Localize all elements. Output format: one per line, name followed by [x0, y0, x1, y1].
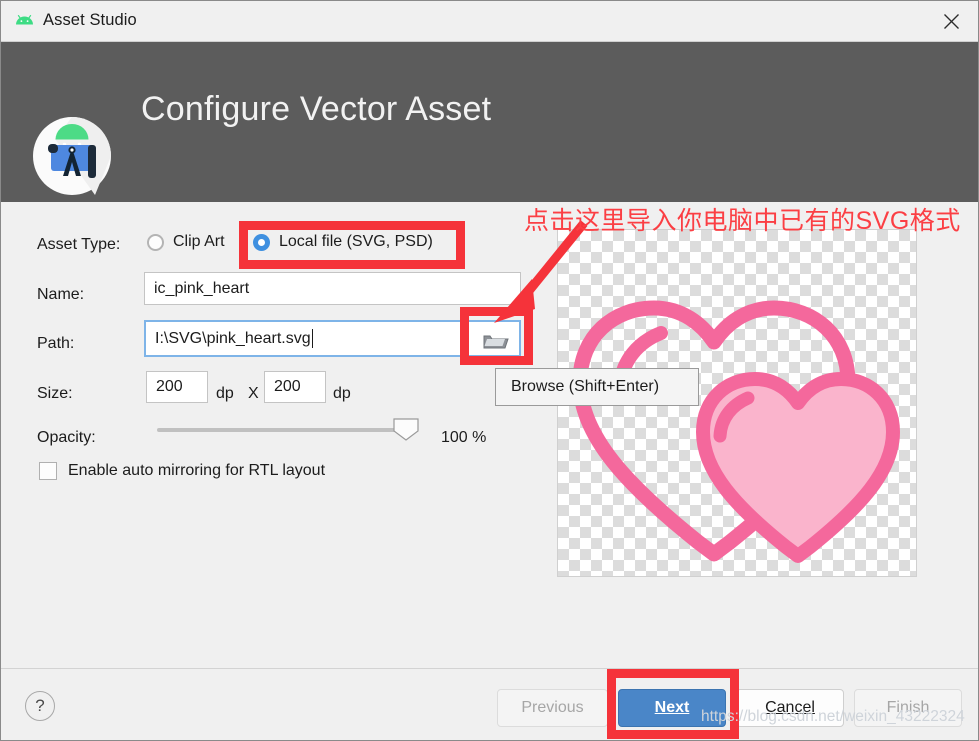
rtl-mirroring-checkbox-box [39, 462, 57, 480]
help-button[interactable]: ? [25, 691, 55, 721]
path-input-value: I:\SVG\pink_heart.svg [155, 329, 311, 347]
page-title: Configure Vector Asset [141, 90, 492, 128]
size-width-value: 200 [156, 378, 183, 395]
opacity-value-label: 100 % [441, 429, 487, 446]
previous-button-label: Previous [521, 699, 584, 716]
annotation-callout-text: 点击这里导入你电脑中已有的SVG格式 [524, 207, 961, 235]
path-input[interactable]: I:\SVG\pink_heart.svg [144, 320, 464, 357]
rtl-mirroring-label: Enable auto mirroring for RTL layout [68, 462, 326, 479]
asset-studio-dialog: Asset Studio Configure Vector Asset Asse… [0, 0, 979, 741]
cancel-button[interactable]: Cancel [736, 689, 844, 727]
size-height-value: 200 [274, 378, 301, 395]
radio-clip-art-indicator [147, 233, 164, 251]
radio-local-file-indicator [253, 233, 270, 251]
finish-button-label: Finish [886, 699, 930, 716]
text-caret [311, 329, 313, 348]
android-icon [15, 13, 34, 30]
radio-clip-art[interactable]: Clip Art [147, 233, 225, 251]
next-button-label: Next [654, 699, 690, 716]
next-button[interactable]: Next [618, 689, 726, 727]
cancel-button-label: Cancel [765, 699, 815, 716]
finish-button[interactable]: Finish [854, 689, 962, 727]
android-studio-logo-icon [31, 115, 113, 197]
browse-tooltip-text: Browse (Shift+Enter) [511, 378, 660, 395]
name-input-value: ic_pink_heart [154, 279, 250, 297]
size-label: Size: [37, 385, 73, 402]
question-mark-icon: ? [35, 696, 45, 715]
size-separator: X [248, 385, 259, 402]
opacity-slider-track[interactable] [157, 428, 415, 432]
name-label: Name: [37, 286, 85, 303]
size-width-unit: dp [216, 385, 234, 402]
path-label: Path: [37, 335, 75, 352]
browse-tooltip: Browse (Shift+Enter) [495, 368, 699, 406]
rtl-mirroring-checkbox[interactable]: Enable auto mirroring for RTL layout [39, 462, 325, 480]
opacity-slider-thumb[interactable] [393, 418, 419, 441]
size-width-input[interactable]: 200 [146, 371, 208, 403]
radio-local-file-label: Local file (SVG, PSD) [279, 233, 433, 250]
radio-clip-art-label: Clip Art [173, 233, 225, 250]
asset-type-label: Asset Type: [37, 236, 121, 253]
window-title: Asset Studio [43, 11, 137, 29]
opacity-label: Opacity: [37, 429, 96, 446]
previous-button[interactable]: Previous [497, 689, 608, 727]
radio-local-file[interactable]: Local file (SVG, PSD) [253, 233, 433, 251]
name-input[interactable]: ic_pink_heart [144, 272, 521, 305]
browse-button[interactable] [467, 320, 521, 357]
dialog-footer: ? Previous Next Cancel Finish [1, 668, 978, 740]
size-height-unit: dp [333, 385, 351, 402]
dialog-header: Configure Vector Asset [1, 42, 978, 202]
close-icon[interactable] [924, 1, 978, 41]
size-height-input[interactable]: 200 [264, 371, 326, 403]
title-bar: Asset Studio [1, 1, 978, 42]
